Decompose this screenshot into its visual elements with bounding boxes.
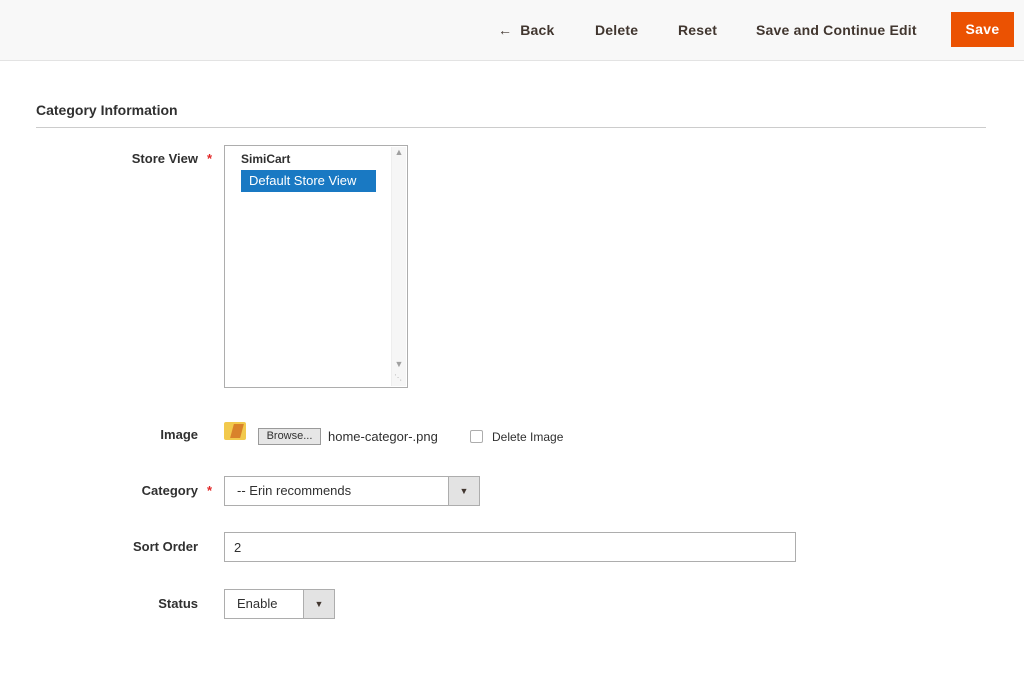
delete-image-checkbox[interactable] xyxy=(470,430,483,443)
category-select[interactable]: -- Erin recommends ▼ xyxy=(224,476,480,506)
chevron-down-icon[interactable]: ▼ xyxy=(448,477,479,505)
arrow-left-icon: ← xyxy=(498,22,513,38)
status-label: Status xyxy=(158,596,198,611)
chevron-down-icon[interactable]: ▼ xyxy=(303,590,334,618)
save-and-continue-button[interactable]: Save and Continue Edit xyxy=(756,20,917,40)
delete-image-label[interactable]: Delete Image xyxy=(492,430,563,444)
resize-grip-icon[interactable]: ⋱ xyxy=(394,373,402,382)
category-label: Category xyxy=(141,483,198,498)
scroll-up-icon[interactable]: ▲ xyxy=(392,147,406,157)
browse-button[interactable]: Browse... xyxy=(258,428,321,445)
status-select[interactable]: Enable ▼ xyxy=(224,589,335,619)
file-name: home-categor-.png xyxy=(328,429,438,444)
store-view-multiselect[interactable]: SimiCart Default Store View ▲ ▼ ⋱ xyxy=(224,145,408,388)
image-thumbnail[interactable] xyxy=(224,422,246,440)
category-select-value: -- Erin recommends xyxy=(237,483,352,498)
status-select-value: Enable xyxy=(237,596,278,611)
back-button[interactable]: ← Back xyxy=(498,20,554,40)
store-view-option-default[interactable]: Default Store View xyxy=(241,170,376,192)
required-marker: * xyxy=(207,483,213,498)
sort-order-label: Sort Order xyxy=(132,539,198,554)
back-button-label: Back xyxy=(520,22,555,38)
delete-button[interactable]: Delete xyxy=(595,20,638,40)
store-view-group-label: SimiCart xyxy=(241,152,291,166)
scroll-down-icon[interactable]: ▼ xyxy=(392,359,406,369)
sort-order-input[interactable]: 2 xyxy=(224,532,796,562)
image-label: Image xyxy=(160,427,198,442)
section-title: Category Information xyxy=(36,102,178,118)
section-divider xyxy=(36,127,986,128)
sort-order-value: 2 xyxy=(234,540,242,555)
page-actions-toolbar: ← Back Delete Reset Save and Continue Edi… xyxy=(0,0,1024,61)
store-view-label: Store View xyxy=(131,151,198,166)
save-button[interactable]: Save xyxy=(951,12,1014,47)
reset-button[interactable]: Reset xyxy=(678,20,717,40)
required-marker: * xyxy=(207,151,213,166)
multiselect-scrollbar[interactable]: ▲ ▼ ⋱ xyxy=(391,147,406,386)
